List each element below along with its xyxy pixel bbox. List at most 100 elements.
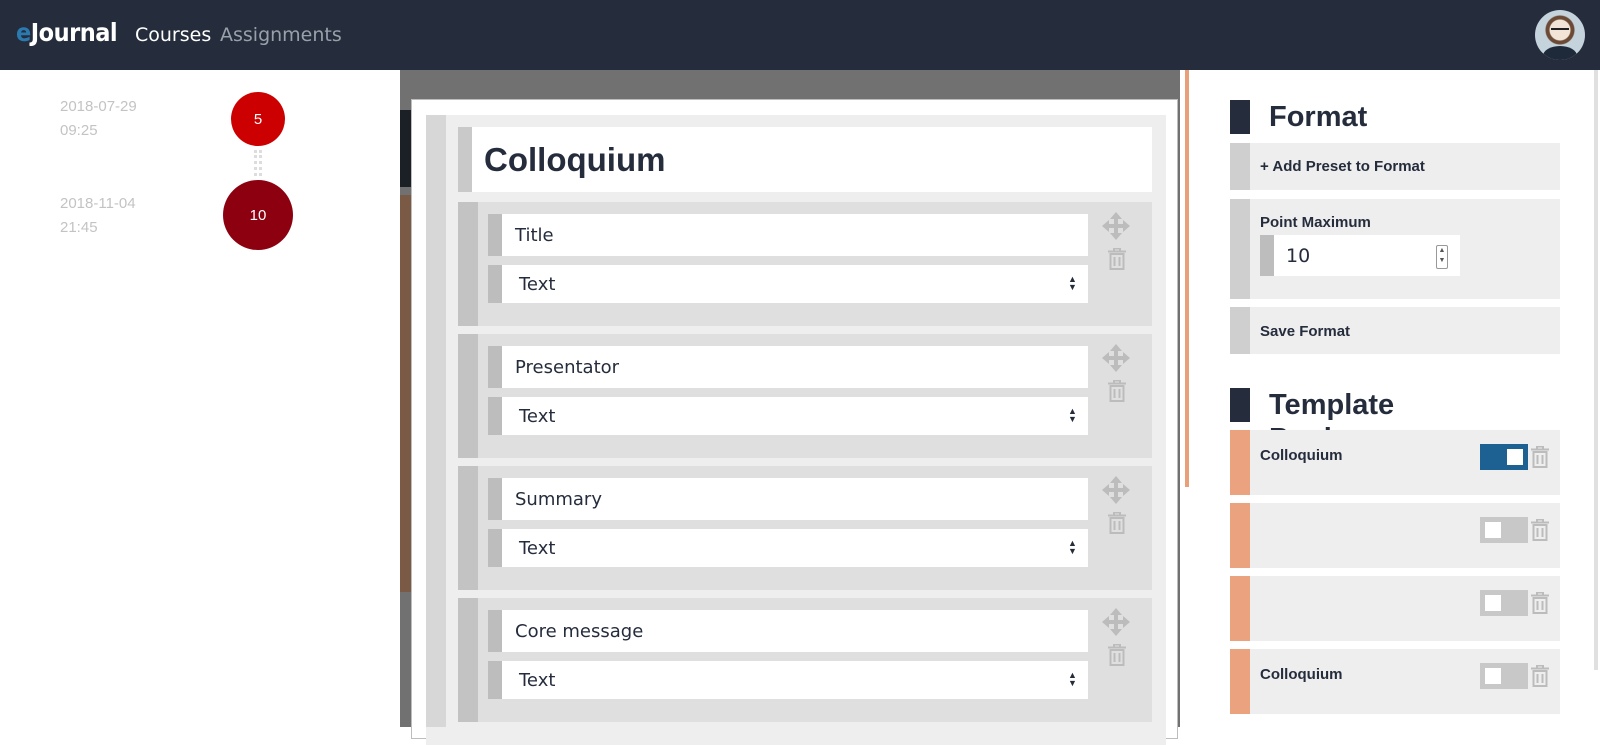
select-bar — [488, 397, 502, 435]
page-scrollbar[interactable] — [1594, 70, 1598, 670]
template-title-input[interactable]: Colloquium — [458, 127, 1152, 192]
point-maximum-value: 10 — [1286, 245, 1311, 267]
select-arrows-icon: ▲ ▼ — [1068, 670, 1077, 688]
timeline-node-2[interactable]: 10 — [223, 180, 293, 250]
template-active-toggle[interactable] — [1480, 590, 1528, 616]
move-icon[interactable] — [1102, 608, 1130, 636]
timeline-node-1[interactable]: 5 — [231, 92, 285, 146]
select-arrows-icon: ▲ ▼ — [1068, 406, 1077, 424]
timeline-connector — [254, 150, 262, 176]
group-bar — [1230, 199, 1250, 299]
avatar-shirt — [1543, 46, 1577, 60]
field-type: Text — [519, 538, 556, 559]
timeline-entry-1-date: 2018-07-29 09:25 — [60, 95, 137, 143]
timeline-date: 2018-11-04 — [60, 195, 136, 212]
trash-icon[interactable] — [1531, 664, 1549, 687]
modal-scroll-accent — [1185, 70, 1189, 487]
field-name: Summary — [515, 489, 602, 510]
pool-item-bar — [1230, 649, 1250, 714]
select-arrows-icon: ▲ ▼ — [1068, 274, 1077, 292]
field-type-select[interactable]: Text ▲ ▼ — [488, 265, 1088, 303]
template-pool-item[interactable] — [1230, 503, 1560, 568]
brand-logo[interactable]: eJournal — [16, 18, 118, 47]
field-bar — [458, 598, 478, 722]
input-bar — [488, 214, 502, 256]
move-icon[interactable] — [1102, 344, 1130, 372]
field-bar — [458, 466, 478, 590]
input-bar — [488, 610, 502, 652]
field-type-select[interactable]: Text ▲ ▼ — [488, 529, 1088, 567]
field-type: Text — [519, 670, 556, 691]
template-field: Summary Text ▲ ▼ — [458, 466, 1152, 590]
template-pool-item[interactable]: Colloquium — [1230, 649, 1560, 714]
point-maximum-group: Point Maximum 10 ▲ ▼ — [1230, 199, 1560, 299]
template-active-toggle[interactable] — [1480, 517, 1528, 543]
field-type: Text — [519, 406, 556, 427]
field-name-input[interactable]: Core message — [488, 610, 1088, 652]
template-field: Title Text ▲ ▼ — [458, 202, 1152, 326]
button-bar — [1230, 143, 1250, 190]
avatar-glasses — [1551, 28, 1569, 34]
nav-courses-link[interactable]: Courses — [135, 24, 211, 46]
field-type-select[interactable]: Text ▲ ▼ — [488, 661, 1088, 699]
heading-marker — [1230, 388, 1250, 422]
field-name: Title — [515, 225, 554, 246]
point-maximum-input[interactable]: 10 ▲ ▼ — [1260, 235, 1460, 276]
toggle-knob — [1485, 595, 1501, 611]
trash-icon[interactable] — [1108, 511, 1126, 534]
template-pool-item[interactable] — [1230, 576, 1560, 641]
pool-item-bar — [1230, 576, 1250, 641]
timeline-time: 21:45 — [60, 219, 98, 236]
template-active-toggle[interactable] — [1480, 663, 1528, 689]
template-active-toggle[interactable] — [1480, 444, 1528, 470]
move-icon[interactable] — [1102, 476, 1130, 504]
template-pool-item[interactable]: Colloquium — [1230, 430, 1560, 495]
template-card-bar — [426, 115, 446, 727]
heading-marker — [1230, 100, 1250, 134]
input-bar — [488, 346, 502, 388]
move-icon[interactable] — [1102, 212, 1130, 240]
toggle-knob — [1485, 668, 1501, 684]
trash-icon[interactable] — [1531, 591, 1549, 614]
input-bar — [1260, 235, 1274, 276]
toggle-knob — [1507, 449, 1523, 465]
field-name-input[interactable]: Presentator — [488, 346, 1088, 388]
field-type-select[interactable]: Text ▲ ▼ — [488, 397, 1088, 435]
pool-item-bar — [1230, 430, 1250, 495]
field-bar — [458, 202, 478, 326]
format-heading-text: Format — [1269, 101, 1368, 133]
template-field: Core message Text ▲ ▼ — [458, 598, 1152, 722]
save-format-button[interactable]: Save Format — [1230, 307, 1560, 354]
field-type: Text — [519, 274, 556, 295]
trash-icon[interactable] — [1531, 445, 1549, 468]
input-bar — [488, 478, 502, 520]
timeline-entry-2-date: 2018-11-04 21:45 — [60, 192, 136, 240]
trash-icon[interactable] — [1108, 643, 1126, 666]
timeline-date: 2018-07-29 — [60, 98, 137, 115]
title-input-bar — [458, 127, 472, 192]
point-maximum-label: Point Maximum — [1260, 214, 1371, 231]
toggle-knob — [1485, 522, 1501, 538]
trash-icon[interactable] — [1531, 518, 1549, 541]
pool-item-bar — [1230, 503, 1250, 568]
add-preset-button[interactable]: + Add Preset to Format — [1230, 143, 1560, 190]
save-format-label: Save Format — [1260, 323, 1351, 340]
pool-item-name: Colloquium — [1260, 447, 1343, 464]
pool-item-name: Colloquium — [1260, 666, 1343, 683]
select-bar — [488, 529, 502, 567]
field-name: Core message — [515, 621, 644, 642]
trash-icon[interactable] — [1108, 247, 1126, 270]
field-name-input[interactable]: Title — [488, 214, 1088, 256]
number-spinner-icon[interactable]: ▲ ▼ — [1436, 245, 1448, 269]
nav-assignments-link[interactable]: Assignments — [220, 24, 342, 46]
user-avatar[interactable] — [1535, 10, 1585, 60]
brand-name: Journal — [30, 18, 118, 47]
add-preset-label: + Add Preset to Format — [1260, 158, 1425, 175]
field-name-input[interactable]: Summary — [488, 478, 1088, 520]
trash-icon[interactable] — [1108, 379, 1126, 402]
select-bar — [488, 661, 502, 699]
top-navbar: eJournal Courses Assignments — [0, 0, 1600, 70]
button-bar — [1230, 307, 1250, 354]
select-arrows-icon: ▲ ▼ — [1068, 538, 1077, 556]
select-bar — [488, 265, 502, 303]
